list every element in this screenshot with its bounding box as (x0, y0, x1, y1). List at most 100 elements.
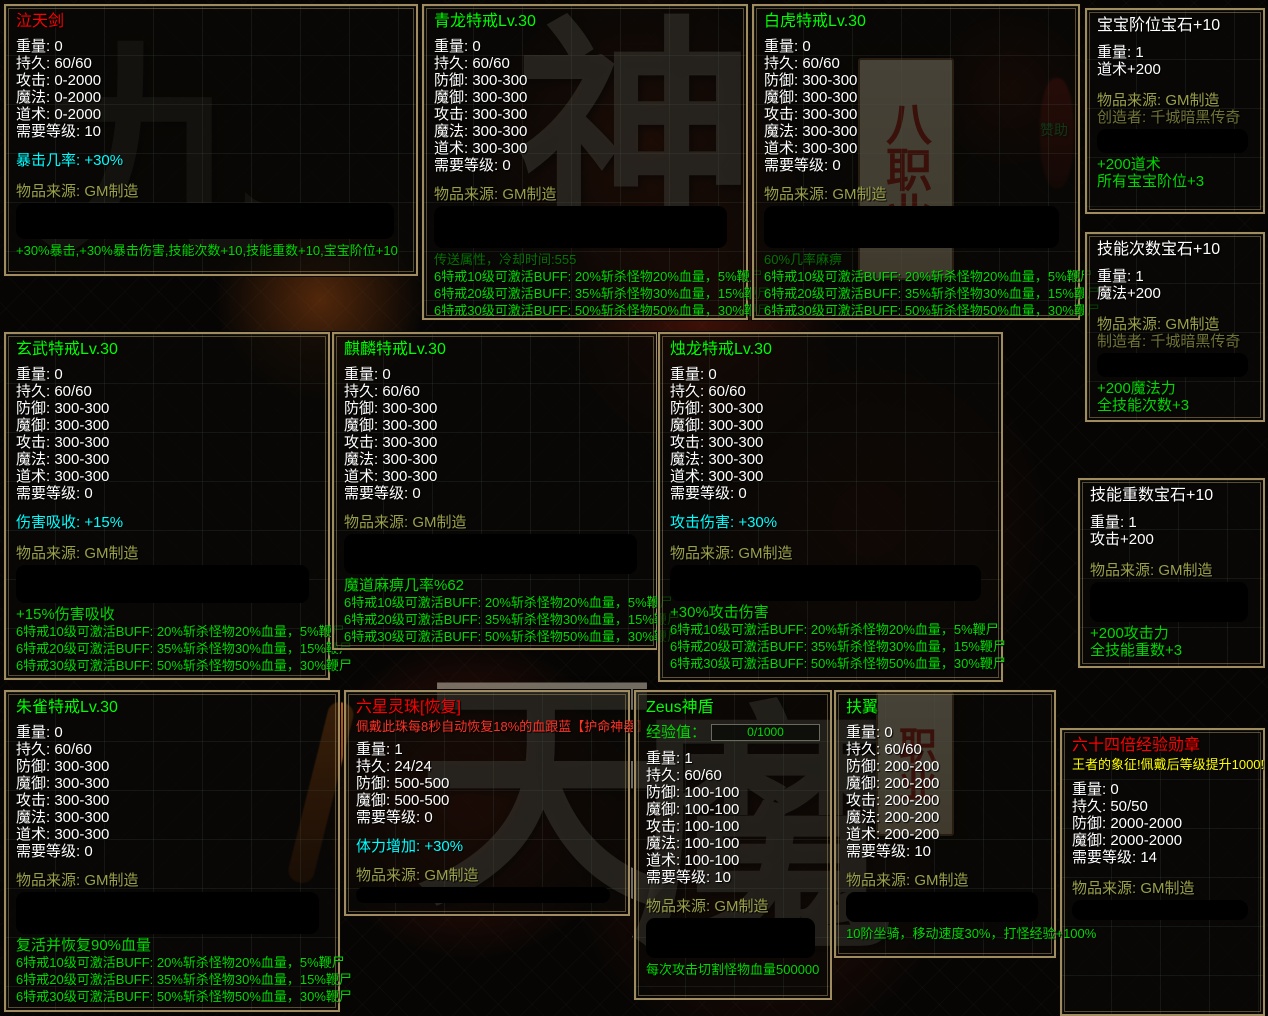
item-title: 技能次数宝石+10 (1097, 240, 1253, 260)
tooltip-line: 持久: 60/60 (846, 741, 1044, 758)
tooltip-line: 防御: 300-300 (670, 400, 991, 417)
tooltip-line: 魔法+200 (1097, 285, 1253, 302)
tooltip-line: 需要等级: 0 (670, 485, 991, 502)
tooltip-line: 6特戒20级可激活BUFF: 35%斩杀怪物30%血量，15%鞭尸 (16, 640, 318, 657)
tooltip-line: 防御: 300-300 (434, 72, 736, 89)
spacer (1097, 36, 1253, 44)
redacted-text-blob (16, 565, 309, 603)
item-lines: 重量: 0持久: 60/60防御: 300-300魔御: 300-300攻击: … (764, 32, 1068, 319)
tooltip-line: 重量: 0 (434, 38, 736, 55)
tooltip-line: +15%伤害吸收 (16, 606, 318, 623)
item-title: 六星灵珠[恢复] (356, 698, 618, 718)
tooltip-line: 魔御: 300-300 (16, 417, 318, 434)
spacer (1072, 866, 1253, 880)
tooltip-line: 重量: 0 (344, 366, 646, 383)
spacer (344, 502, 646, 514)
spacer (356, 826, 618, 838)
tooltip-line: 持久: 60/60 (344, 383, 646, 400)
tooltip-line: 复活并恢复90%血量 (16, 937, 328, 954)
tooltip-line: 物品来源: GM制造 (1072, 880, 1253, 897)
tooltip-line: 暴击几率: +30% (16, 152, 406, 169)
tooltip-line: +200魔法力 (1097, 380, 1253, 397)
tooltip-line: 体力增加: +30% (356, 838, 618, 855)
tooltip-line: 全技能重数+3 (1090, 642, 1253, 659)
tooltip-line: 持久: 60/60 (646, 767, 820, 784)
tooltip-line: 攻击: 300-300 (344, 434, 646, 451)
tooltip-line: 伤害吸收: +15% (16, 514, 318, 531)
item-lines: 重量: 1道术+200物品来源: GM制造创造者: 千城暗黑传奇+200道术所有… (1097, 36, 1253, 190)
experience-bar: 经验值： 0/1000 (646, 722, 820, 742)
tooltip-line: 6特戒30级可激活BUFF: 50%斩杀怪物50%血量，30%鞭尸 (764, 302, 1068, 319)
item-title: 麒麟特戒Lv.30 (344, 340, 646, 360)
tooltip-line: 物品来源: GM制造 (1097, 316, 1253, 333)
redacted-text-blob (846, 892, 1038, 922)
panel-zeus-shield: Zeus神盾 经验值：0/1000重量: 1持久: 60/60防御: 100-1… (634, 690, 832, 1000)
item-title: 六十四倍经验勋章 (1072, 736, 1253, 756)
tooltip-line: 物品来源: GM制造 (16, 545, 318, 562)
spacer (1097, 302, 1253, 316)
experience-progress: 0/1000 (711, 724, 820, 741)
tooltip-line: 魔法: 300-300 (764, 123, 1068, 140)
item-title: 青龙特戒Lv.30 (434, 12, 736, 32)
tooltip-line: 防御: 300-300 (16, 758, 328, 775)
tooltip-line: 王者的象征!佩戴后等级提升1000! (1072, 756, 1253, 773)
panel-qitianjian: 泣天剑 重量: 0持久: 60/60攻击: 0-2000魔法: 0-2000道术… (4, 4, 418, 276)
tooltip-line: 重量: 0 (764, 38, 1068, 55)
spacer (16, 140, 406, 152)
tooltip-line: 道术: 200-200 (846, 826, 1044, 843)
tooltip-line: +200道术 (1097, 156, 1253, 173)
panel-skill-count-gem: 技能次数宝石+10 重量: 1魔法+200物品来源: GM制造制造者: 千城暗黑… (1085, 232, 1265, 422)
screen: 九 神 天 魔 八职业 职业 赞助 泣天剑 重量: 0持久: 60/60攻击: … (0, 0, 1268, 1016)
item-lines: 佩戴此珠每8秒自动恢复18%的血跟蓝【护命神器】重量: 1持久: 24/24防御… (356, 718, 618, 903)
item-title: 烛龙特戒Lv.30 (670, 340, 991, 360)
tooltip-line: 6特戒30级可激活BUFF: 50%斩杀怪物50%血量，30%鞭尸 (670, 655, 991, 672)
item-lines: 重量: 0持久: 60/60攻击: 0-2000魔法: 0-2000道术: 0-… (16, 32, 406, 259)
tooltip-line: 需要等级: 10 (646, 869, 820, 886)
tooltip-line: 需要等级: 0 (434, 157, 736, 174)
tooltip-line: 物品来源: GM制造 (764, 186, 1068, 203)
panel-qinglong-ring: 青龙特戒Lv.30 重量: 0持久: 60/60防御: 300-300魔御: 3… (422, 4, 748, 320)
redacted-text-blob (344, 534, 637, 574)
tooltip-line: 魔法: 0-2000 (16, 89, 406, 106)
tooltip-line: 持久: 60/60 (16, 383, 318, 400)
item-lines: 重量: 0持久: 60/60防御: 300-300魔御: 300-300攻击: … (16, 718, 328, 1005)
item-title: 朱雀特戒Lv.30 (16, 698, 328, 718)
tooltip-line: 道术: 300-300 (434, 140, 736, 157)
redacted-text-blob (356, 887, 610, 903)
spacer (1097, 78, 1253, 92)
tooltip-line: 魔法: 300-300 (16, 451, 318, 468)
panel-baihu-ring: 白虎特戒Lv.30 重量: 0持久: 60/60防御: 300-300魔御: 3… (752, 4, 1080, 320)
experience-label: 经验值： (646, 724, 706, 741)
tooltip-line: +30%暴击,+30%暴击伤害,技能次数+10,技能重数+10,宝宝阶位+10 (16, 242, 406, 259)
tooltip-line: 道术: 300-300 (16, 468, 318, 485)
panel-zhulong-ring: 烛龙特戒Lv.30 重量: 0持久: 60/60防御: 300-300魔御: 3… (658, 332, 1003, 682)
tooltip-line: 需要等级: 0 (356, 809, 618, 826)
tooltip-line: 防御: 100-100 (646, 784, 820, 801)
item-title: 白虎特戒Lv.30 (764, 12, 1068, 32)
tooltip-line: 魔御: 300-300 (764, 89, 1068, 106)
redacted-text-blob (434, 206, 727, 248)
tooltip-line: 魔御: 300-300 (344, 417, 646, 434)
tooltip-line: 物品来源: GM制造 (356, 867, 618, 884)
tooltip-line: 重量: 0 (16, 38, 406, 55)
tooltip-line: 重量: 1 (1090, 514, 1253, 531)
tooltip-line: 物品来源: GM制造 (1090, 562, 1253, 579)
tooltip-line: 60%几率麻痹 (764, 251, 1068, 268)
tooltip-line: 6特戒30级可激活BUFF: 50%斩杀怪物50%血量，30%鞭尸 (16, 657, 318, 674)
item-title: Zeus神盾 (646, 698, 820, 718)
tooltip-line: 魔御: 500-500 (356, 792, 618, 809)
tooltip-line: 魔御: 2000-2000 (1072, 832, 1253, 849)
panel-skill-weight-gem: 技能重数宝石+10 重量: 1攻击+200物品来源: GM制造+200攻击力全技… (1078, 478, 1265, 668)
tooltip-line: 重量: 0 (846, 724, 1044, 741)
tooltip-line: 物品来源: GM制造 (344, 514, 646, 531)
tooltip-line: 需要等级: 0 (764, 157, 1068, 174)
tooltip-line: 6特戒10级可激活BUFF: 20%斩杀怪物20%血量，5%鞭尸 (16, 954, 328, 971)
spacer (16, 502, 318, 514)
tooltip-line: 持久: 24/24 (356, 758, 618, 775)
tooltip-line: 6特戒10级可激活BUFF: 20%斩杀怪物20%血量，5%鞭尸 (16, 623, 318, 640)
tooltip-line: +200攻击力 (1090, 625, 1253, 642)
redacted-text-blob (1097, 129, 1248, 153)
spacer (670, 502, 991, 514)
tooltip-line: 物品来源: GM制造 (16, 183, 406, 200)
item-title: 玄武特戒Lv.30 (16, 340, 318, 360)
